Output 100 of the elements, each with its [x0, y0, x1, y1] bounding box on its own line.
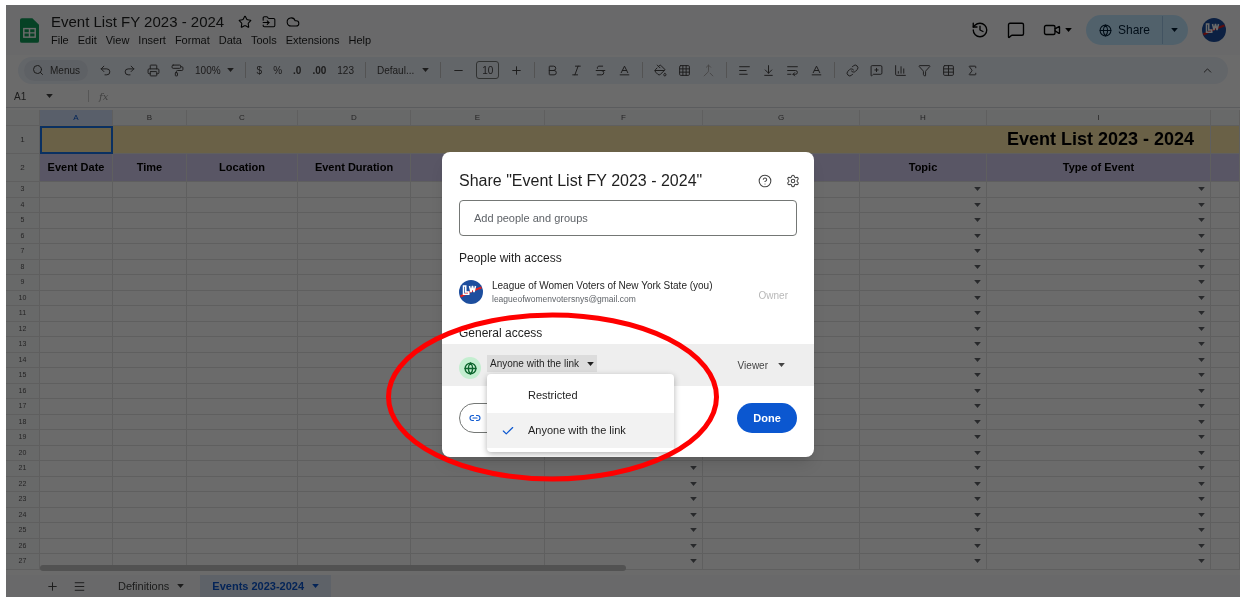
wrap-icon[interactable]: [786, 63, 800, 77]
strikethrough-icon[interactable]: [594, 63, 608, 77]
row-number[interactable]: 1: [6, 126, 40, 154]
menu-option[interactable]: Restricted: [487, 378, 674, 413]
header-cell: Time: [113, 154, 187, 182]
document-title[interactable]: Event List FY 2023 - 2024: [51, 12, 225, 32]
dropdown-caret-icon: [1198, 419, 1205, 424]
selected-cell[interactable]: [40, 126, 113, 154]
dropdown-caret-icon: [974, 512, 981, 517]
dropdown-caret-icon: [974, 497, 981, 502]
role-select[interactable]: Viewer: [737, 357, 785, 373]
dropdown-caret-icon: [974, 559, 981, 564]
merge-icon[interactable]: [702, 63, 716, 77]
rotate-text-icon[interactable]: [810, 63, 824, 77]
redo-icon[interactable]: [123, 63, 136, 77]
column-header[interactable]: A: [40, 110, 113, 126]
borders-icon[interactable]: [678, 63, 692, 77]
menu-item[interactable]: Format: [174, 32, 210, 48]
sheets-logo-icon[interactable]: [20, 17, 39, 43]
menu-item[interactable]: File: [51, 32, 69, 48]
header-cell: Event Date: [40, 154, 113, 182]
italic-icon[interactable]: [570, 63, 584, 77]
menus-search[interactable]: Menus: [24, 59, 88, 81]
comment-icon[interactable]: [1006, 21, 1025, 39]
dropdown-caret-icon: [974, 249, 981, 254]
dropdown-caret-icon: [1198, 326, 1205, 331]
add-people-field[interactable]: Add people and groups: [459, 200, 797, 236]
dropdown-caret-icon: [1198, 388, 1205, 393]
dropdown-caret-icon: [974, 450, 981, 455]
bold-icon[interactable]: [546, 63, 560, 77]
dropdown-caret-icon: [974, 373, 981, 378]
menu-item[interactable]: View: [105, 32, 130, 48]
star-icon[interactable]: [238, 15, 253, 29]
name-box[interactable]: A1: [12, 88, 78, 104]
access-select[interactable]: Anyone with the link: [487, 355, 597, 372]
add-comment-icon[interactable]: [870, 63, 884, 77]
font-size-field[interactable]: 10: [476, 61, 500, 79]
role-label: Owner: [758, 288, 789, 303]
undo-icon[interactable]: [99, 63, 112, 77]
menu-item[interactable]: Data: [218, 32, 242, 48]
increase-decimals-button[interactable]: .00: [312, 62, 327, 78]
dropdown-caret-icon: [974, 357, 981, 362]
cloud-icon[interactable]: [286, 15, 301, 29]
dropdown-caret-icon: [974, 187, 981, 192]
link-icon[interactable]: [846, 63, 860, 77]
folder-icon[interactable]: [262, 15, 277, 29]
text-color-icon[interactable]: [618, 63, 632, 77]
dropdown-caret-icon: [690, 481, 697, 486]
filter-views-icon[interactable]: [942, 63, 956, 77]
vertical-align-icon[interactable]: [762, 63, 776, 77]
align-icon[interactable]: [738, 63, 752, 77]
dropdown-caret-icon: [974, 311, 981, 316]
menu-item[interactable]: Edit: [77, 32, 97, 48]
number-format-button[interactable]: 123: [337, 62, 354, 78]
menu-item[interactable]: Help: [348, 32, 372, 48]
caret-icon: [1171, 28, 1178, 32]
dropdown-caret-icon: [1198, 466, 1205, 471]
percent-button[interactable]: %: [273, 62, 283, 78]
filter-icon[interactable]: [918, 63, 932, 77]
currency-button[interactable]: $: [256, 62, 263, 78]
sheet-tab[interactable]: Definitions: [106, 575, 197, 597]
history-icon[interactable]: [970, 21, 989, 39]
dropdown-caret-icon: [1198, 187, 1205, 192]
add-sheet-icon[interactable]: [46, 579, 59, 593]
dropdown-caret-icon: [974, 202, 981, 207]
caret-icon: [226, 68, 234, 72]
menu-item[interactable]: Insert: [138, 32, 166, 48]
settings-icon[interactable]: [786, 174, 800, 188]
caret-icon: [586, 361, 594, 366]
print-icon[interactable]: [147, 63, 160, 77]
done-button[interactable]: Done: [737, 403, 797, 433]
help-icon[interactable]: [758, 174, 772, 188]
chart-icon[interactable]: [894, 63, 908, 77]
dropdown-caret-icon: [1198, 435, 1205, 440]
fill-color-icon[interactable]: [654, 63, 668, 77]
paint-format-icon[interactable]: [171, 63, 184, 77]
dropdown-caret-icon: [1198, 202, 1205, 207]
dropdown-caret-icon: [974, 218, 981, 223]
zoom-select[interactable]: 100%: [195, 62, 234, 78]
plus-icon[interactable]: [510, 63, 524, 77]
dialog-title: Share "Event List FY 2023 - 2024": [459, 171, 704, 191]
globe-icon: [1098, 23, 1112, 37]
dropdown-caret-icon: [1198, 342, 1205, 347]
avatar-icon: [1202, 18, 1226, 42]
dropdown-caret-icon: [974, 404, 981, 409]
caret-icon: [778, 363, 785, 367]
font-select[interactable]: Defaul...: [377, 62, 430, 78]
person-email: leagueofwomenvotersnys@gmail.com: [492, 293, 637, 305]
horizontal-scrollbar[interactable]: [40, 565, 626, 571]
row-number[interactable]: 2: [6, 154, 40, 182]
all-sheets-icon[interactable]: [73, 579, 86, 593]
menu-option[interactable]: Anyone with the link: [487, 413, 674, 448]
decrease-decimals-button[interactable]: .0: [293, 62, 302, 78]
menu-item[interactable]: Extensions: [285, 32, 340, 48]
share-button[interactable]: Share: [1085, 15, 1188, 45]
dropdown-caret-icon: [1198, 357, 1205, 362]
dropdown-caret-icon: [690, 512, 697, 517]
sheet-tab[interactable]: Events 2023-2024: [200, 575, 332, 597]
dropdown-caret-icon: [1198, 218, 1205, 223]
menu-item[interactable]: Tools: [250, 32, 277, 48]
